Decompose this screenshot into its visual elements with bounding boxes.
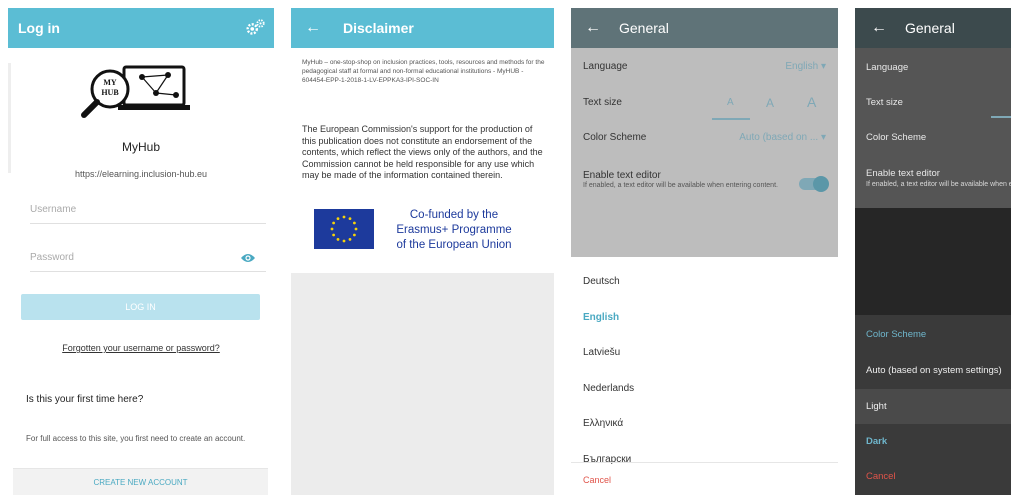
general-dark-app-bar: ← General [855, 8, 1011, 48]
dimmed-area [855, 208, 1011, 315]
password-input[interactable]: Password [30, 246, 266, 272]
gears-icon[interactable] [244, 17, 266, 39]
eu-line-1: Co-funded by the [409, 209, 499, 221]
page-title: General [619, 20, 669, 36]
scheme-option-auto[interactable]: Auto (based on system settings) [866, 365, 1002, 376]
disclaimer-app-bar: ← Disclaimer [291, 8, 554, 48]
username-input[interactable]: Username [30, 198, 266, 224]
back-arrow-icon[interactable]: ← [871, 19, 891, 37]
login-screen: Log in MY HUB MyHub https://elearning.in… [8, 8, 274, 495]
myhub-logo: MY HUB [81, 65, 190, 118]
text-size-medium[interactable]: A [766, 96, 774, 110]
color-scheme-label[interactable]: Color Scheme [866, 132, 926, 143]
card-edge [8, 63, 11, 173]
eye-icon[interactable] [240, 252, 256, 264]
app-name: MyHub [121, 140, 160, 154]
password-placeholder: Password [30, 252, 74, 263]
full-access-text: For full access to this site, you first … [26, 434, 246, 443]
cancel-label: Cancel [583, 475, 612, 485]
page-title: Log in [18, 20, 60, 36]
first-time-heading: Is this your first time here? [26, 394, 144, 405]
language-value[interactable]: English ▾ [785, 61, 826, 72]
language-option[interactable]: Nederlands [583, 383, 634, 394]
login-button[interactable]: LOG IN [21, 294, 260, 320]
language-label: Language [583, 61, 628, 72]
disclaimer-text: The European Commission's support for th… [302, 124, 543, 180]
text-size-small[interactable]: A [727, 97, 734, 108]
language-dialog: Deutsch English Latviešu Nederlands Ελλη… [571, 257, 838, 495]
project-description: MyHub – one-stop-shop on inclusion pract… [302, 59, 545, 84]
general-settings-dark-screen: ← General Language Text size Color Schem… [855, 8, 1011, 495]
site-url: https://elearning.inclusion-hub.eu [74, 169, 208, 179]
eu-line-2: Erasmus+ Programme [396, 224, 512, 236]
text-size-large[interactable]: A [807, 94, 816, 110]
text-size-selected-indicator [712, 118, 750, 120]
empty-area [291, 273, 554, 495]
dialog-title: Color Scheme [866, 329, 927, 340]
language-label[interactable]: Language [866, 62, 908, 73]
scheme-option-dark[interactable]: Dark [866, 436, 887, 447]
general-settings-screen: ← General Language English ▾ Text size A… [571, 8, 838, 495]
back-arrow-icon[interactable]: ← [585, 19, 605, 37]
logo-text-top: MY [103, 78, 117, 87]
disclaimer-screen: ← Disclaimer MyHub – one-stop-shop on in… [291, 8, 554, 495]
login-app-bar: Log in [8, 8, 274, 48]
settings-list-dimmed: Language English ▾ Text size A A A Color… [571, 48, 838, 257]
language-option-selected[interactable]: English [583, 312, 619, 323]
logo-text-bottom: HUB [101, 88, 119, 97]
eu-flag-icon [314, 209, 374, 249]
cancel-button[interactable]: Cancel [866, 471, 896, 482]
scheme-option-light[interactable]: Light [866, 401, 887, 412]
page-title: General [905, 20, 955, 36]
language-value-text: English [785, 61, 819, 72]
language-option[interactable]: Latviešu [583, 347, 620, 358]
eu-funding-text: Co-funded by the Erasmus+ Programme of t… [384, 208, 524, 253]
editor-label: Enable text editor [583, 170, 661, 181]
editor-toggle[interactable] [799, 176, 829, 192]
username-placeholder: Username [30, 204, 77, 215]
text-size-label: Text size [866, 97, 903, 108]
language-option[interactable]: Ελληνικά [583, 418, 623, 429]
editor-description: If enabled, a text editor will be availa… [583, 182, 778, 189]
color-scheme-value-text: Auto (based on ... [739, 132, 819, 143]
editor-description: If enabled, a text editor will be availa… [866, 181, 1011, 188]
color-scheme-label: Color Scheme [583, 132, 647, 143]
page-title: Disclaimer [343, 20, 414, 36]
color-scheme-value[interactable]: Auto (based on ... ▾ [739, 132, 826, 143]
editor-label: Enable text editor [866, 168, 940, 179]
text-size-label: Text size [583, 97, 622, 108]
eu-line-3: of the European Union [396, 239, 512, 251]
text-size-selected-indicator [991, 116, 1011, 118]
create-account-button[interactable]: CREATE NEW ACCOUNT [13, 468, 268, 495]
forgot-password-link[interactable]: Forgotten your username or password? [8, 343, 274, 353]
language-option[interactable]: Deutsch [583, 276, 620, 287]
general-app-bar: ← General [571, 8, 838, 48]
cancel-button[interactable]: Cancel [571, 462, 838, 495]
back-arrow-icon[interactable]: ← [305, 19, 325, 37]
